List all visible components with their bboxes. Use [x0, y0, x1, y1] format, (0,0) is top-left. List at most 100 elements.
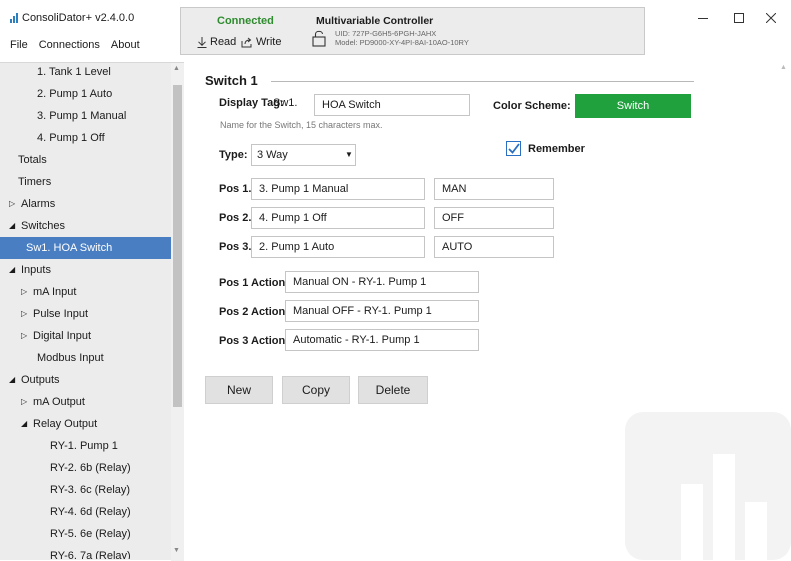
menu-bar: File Connections About — [10, 39, 140, 51]
sidebar-item-ry-4[interactable]: RY-4. 6d (Relay) — [0, 501, 171, 523]
minimize-icon — [698, 18, 708, 19]
pos-2-label: Pos 2. — [219, 212, 252, 224]
sidebar-item-inputs[interactable]: ◢ Inputs — [0, 259, 171, 281]
sidebar-item-label: 1. Tank 1 Level — [37, 66, 111, 78]
sidebar-item-label: mA Output — [33, 396, 85, 408]
sidebar-item-tank-1-level[interactable]: 1. Tank 1 Level — [0, 61, 171, 83]
sidebar-item-label: RY-3. 6c (Relay) — [50, 484, 131, 496]
sidebar-item-label: RY-6. 7a (Relay) — [50, 550, 131, 559]
pos-1-name-input[interactable]: 3. Pump 1 Manual — [251, 178, 425, 200]
sidebar-item-ry-6[interactable]: RY-6. 7a (Relay) — [0, 545, 171, 559]
menu-about[interactable]: About — [111, 39, 140, 51]
pos-1-short-input[interactable]: MAN — [434, 178, 554, 200]
expand-icon[interactable]: ▷ — [21, 391, 27, 413]
pos-3-name-input[interactable]: 2. Pump 1 Auto — [251, 236, 425, 258]
menu-file[interactable]: File — [10, 39, 28, 51]
sidebar-item-totals[interactable]: Totals — [0, 149, 171, 171]
type-value: 3 Way — [257, 149, 288, 161]
write-button[interactable]: Write — [241, 36, 281, 48]
app-title-text: ConsoliDator+ v2.4.0.0 — [22, 12, 135, 24]
sidebar-item-pump-1-auto[interactable]: 2. Pump 1 Auto — [0, 83, 171, 105]
chevron-down-icon: ▼ — [345, 150, 353, 159]
pos-3-label: Pos 3. — [219, 241, 252, 253]
sidebar-item-pump-1-manual[interactable]: 3. Pump 1 Manual — [0, 105, 171, 127]
controller-title: Multivariable Controller — [316, 15, 434, 27]
sidebar-item-ry-3[interactable]: RY-3. 6c (Relay) — [0, 479, 171, 501]
pos-2-action-select[interactable]: Manual OFF - RY-1. Pump 1 — [285, 300, 479, 322]
pos-1-action-select[interactable]: Manual ON - RY-1. Pump 1 — [285, 271, 479, 293]
share-icon — [241, 37, 252, 47]
pos-1-label: Pos 1. — [219, 183, 252, 195]
sidebar-item-label: Outputs — [21, 374, 60, 386]
lock-icon — [312, 30, 326, 47]
collapse-icon[interactable]: ◢ — [9, 259, 15, 281]
navigation-sidebar: 1. Tank 1 Level 2. Pump 1 Auto 3. Pump 1 M… — [0, 61, 184, 561]
sidebar-item-ma-input[interactable]: ▷ mA Input — [0, 281, 171, 303]
display-tag-hint: Name for the Switch, 15 characters max. — [220, 120, 383, 130]
navigation-tree: 1. Tank 1 Level 2. Pump 1 Auto 3. Pump 1 M… — [0, 61, 171, 559]
pos-2-short-input[interactable]: OFF — [434, 207, 554, 229]
new-button[interactable]: New — [205, 376, 273, 404]
sidebar-item-switches[interactable]: ◢ Switches — [0, 215, 171, 237]
menu-connections[interactable]: Connections — [39, 39, 100, 51]
display-tag-input[interactable]: HOA Switch — [314, 94, 470, 116]
close-icon — [766, 13, 776, 23]
sidebar-item-sw1-hoa-switch[interactable]: Sw1. HOA Switch — [0, 237, 171, 259]
sidebar-item-ry-2[interactable]: RY-2. 6b (Relay) — [0, 457, 171, 479]
collapse-icon[interactable]: ◢ — [9, 369, 15, 391]
remember-checkbox[interactable] — [506, 141, 521, 156]
delete-button[interactable]: Delete — [358, 376, 428, 404]
pos-2-name-input[interactable]: 4. Pump 1 Off — [251, 207, 425, 229]
maximize-icon — [734, 13, 744, 23]
download-icon — [197, 36, 207, 48]
sidebar-item-label: RY-1. Pump 1 — [50, 440, 118, 452]
read-button[interactable]: Read — [197, 36, 236, 48]
sidebar-item-relay-output[interactable]: ◢ Relay Output — [0, 413, 171, 435]
scroll-down-icon[interactable]: ▼ — [173, 547, 180, 554]
maximize-button[interactable] — [729, 10, 749, 26]
expand-icon[interactable]: ▷ — [21, 281, 27, 303]
type-select[interactable]: 3 Way ▼ — [251, 144, 356, 166]
sidebar-item-ry-5[interactable]: RY-5. 6e (Relay) — [0, 523, 171, 545]
remember-label: Remember — [528, 143, 585, 155]
pos-3-short-input[interactable]: AUTO — [434, 236, 554, 258]
minimize-button[interactable] — [693, 10, 713, 26]
sidebar-item-alarms[interactable]: ▷ Alarms — [0, 193, 171, 215]
display-tag-prefix: Sw1. — [273, 97, 298, 109]
sidebar-item-label: Timers — [18, 176, 52, 188]
sidebar-item-label: Pulse Input — [33, 308, 89, 320]
collapse-icon[interactable]: ◢ — [9, 215, 15, 237]
sidebar-item-pump-1-off[interactable]: 4. Pump 1 Off — [0, 127, 171, 149]
write-label: Write — [256, 36, 282, 48]
close-button[interactable] — [761, 10, 781, 26]
sidebar-item-pulse-input[interactable]: ▷ Pulse Input — [0, 303, 171, 325]
read-label: Read — [210, 36, 237, 48]
sidebar-item-ma-output[interactable]: ▷ mA Output — [0, 391, 171, 413]
sidebar-item-outputs[interactable]: ◢ Outputs — [0, 369, 171, 391]
collapse-icon[interactable]: ◢ — [21, 413, 27, 435]
expand-icon[interactable]: ▷ — [21, 303, 27, 325]
sidebar-scroll-thumb[interactable] — [173, 85, 182, 407]
color-scheme-label: Color Scheme: — [493, 100, 571, 112]
checkmark-icon — [507, 143, 520, 154]
sidebar-item-ry-1-pump-1[interactable]: RY-1. Pump 1 — [0, 435, 171, 457]
scroll-up-icon[interactable]: ▲ — [173, 65, 180, 72]
watermark-logo-icon — [625, 412, 791, 560]
sidebar-item-label: 3. Pump 1 Manual — [37, 110, 127, 122]
scroll-up-icon[interactable]: ▲ — [780, 64, 787, 71]
sidebar-item-digital-input[interactable]: ▷ Digital Input — [0, 325, 171, 347]
sidebar-scrollbar[interactable]: ▲ ▼ — [171, 63, 184, 561]
sidebar-item-label: Relay Output — [33, 418, 98, 430]
sidebar-item-label: RY-5. 6e (Relay) — [50, 528, 131, 540]
expand-icon[interactable]: ▷ — [9, 193, 15, 215]
copy-button[interactable]: Copy — [282, 376, 350, 404]
switch-editor: ▲ Switch 1 Display Tag: Sw1. HOA Switch … — [184, 62, 791, 560]
sidebar-item-timers[interactable]: Timers — [0, 171, 171, 193]
sidebar-item-label: RY-2. 6b (Relay) — [50, 462, 131, 474]
pos-3-action-select[interactable]: Automatic - RY-1. Pump 1 — [285, 329, 479, 351]
sidebar-item-label: 4. Pump 1 Off — [37, 132, 105, 144]
sidebar-item-label: Sw1. HOA Switch — [26, 242, 113, 254]
expand-icon[interactable]: ▷ — [21, 325, 27, 347]
color-scheme-button[interactable]: Switch — [575, 94, 691, 118]
sidebar-item-modbus-input[interactable]: Modbus Input — [0, 347, 171, 369]
